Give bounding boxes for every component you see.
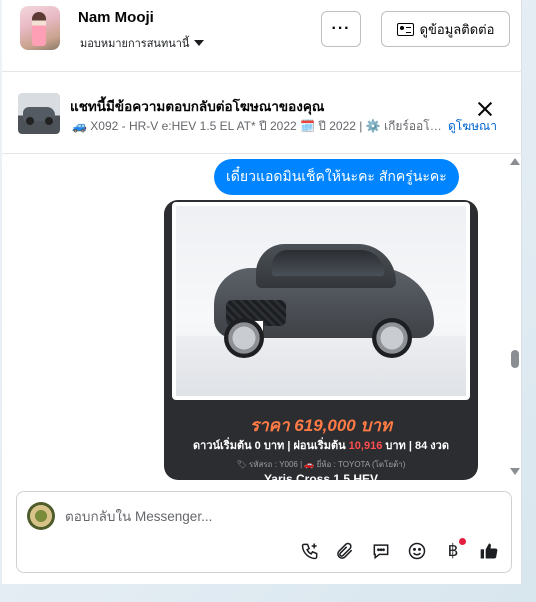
assign-label: มอบหมายการสนทนานี้ bbox=[80, 38, 190, 50]
caret-down-icon bbox=[194, 40, 205, 46]
baht-icon[interactable]: ฿ bbox=[442, 538, 466, 562]
scrollbar-thumb[interactable] bbox=[511, 350, 519, 368]
view-contact-info-button[interactable]: ดูข้อมูลติดต่อ bbox=[381, 11, 510, 47]
outgoing-message[interactable]: เดี๋ยวแอดมินเช็คให้นะคะ สักครู่นะคะ bbox=[214, 159, 459, 195]
more-options-button[interactable]: ··· bbox=[321, 11, 361, 47]
close-icon[interactable] bbox=[476, 100, 494, 118]
messenger-panel: Nam Mooji มอบหมายการสนทนานี้ ··· ดูข้อมู… bbox=[2, 0, 522, 584]
chat-bubble-icon[interactable] bbox=[370, 540, 392, 562]
thumbnail-wheel bbox=[45, 117, 53, 125]
ad-image-message[interactable]: 9ขห 337 ราคา 619,000 บาท ดาวน์เริ่มต้น 0… bbox=[164, 200, 478, 480]
thumbnail-wheel bbox=[26, 117, 34, 125]
down-prefix: ดาวน์เริ่มต้น 0 บาท | ผ่อนเริ่มต้น bbox=[193, 440, 349, 452]
car-window bbox=[272, 250, 384, 276]
ad-reply-subtitle: 🚙 X092 - HR-V e:HEV 1.5 EL AT* ปี 2022 🗓… bbox=[72, 119, 444, 133]
contact-avatar[interactable] bbox=[20, 6, 60, 50]
reply-input[interactable] bbox=[65, 506, 465, 526]
contact-info-label: ดูข้อมูลติดต่อ bbox=[419, 21, 495, 37]
scroll-up-arrow-icon[interactable] bbox=[510, 158, 520, 165]
contact-card-icon bbox=[396, 22, 414, 36]
paperclip-icon[interactable] bbox=[334, 540, 356, 562]
car-meta-line: 🏷 รหัสรถ : Y006 | 🚗 ยี่ห้อ : TOYOTA (โตโ… bbox=[236, 460, 406, 469]
car-model-line: Yaris Cross 1.5 HEV bbox=[263, 472, 379, 480]
conversation-header: Nam Mooji มอบหมายการสนทนานี้ ··· ดูข้อมู… bbox=[2, 0, 522, 72]
price-line: ราคา 619,000 บาท bbox=[249, 416, 393, 435]
contact-name[interactable]: Nam Mooji bbox=[78, 9, 154, 26]
phone-add-icon[interactable] bbox=[299, 540, 321, 562]
reply-composer: ฿ bbox=[16, 491, 512, 573]
scroll-down-arrow-icon[interactable] bbox=[510, 468, 520, 475]
ad-thumbnail[interactable] bbox=[18, 93, 60, 134]
emoji-icon[interactable] bbox=[406, 540, 428, 562]
notification-dot bbox=[459, 538, 466, 545]
car-wheel-rear bbox=[372, 318, 412, 358]
assign-conversation-dropdown[interactable]: มอบหมายการสนทนานี้ bbox=[80, 34, 205, 52]
view-ad-link[interactable]: ดูโฆษณา bbox=[448, 117, 497, 136]
thumbs-up-icon[interactable] bbox=[478, 540, 500, 562]
page-avatar bbox=[27, 502, 55, 530]
ad-reply-banner: แชทนี้มีข้อความตอบกลับต่อโฆษณาของคุณ 🚙 X… bbox=[2, 73, 522, 154]
car-photo: 9ขห 337 bbox=[176, 206, 466, 396]
monthly-highlight: 10,916 bbox=[348, 440, 383, 452]
down-suffix: บาท | 84 งวด bbox=[382, 440, 449, 452]
ad-reply-title: แชทนี้มีข้อความตอบกลับต่อโฆษณาของคุณ bbox=[70, 99, 325, 114]
car-photo-frame: 9ขห 337 bbox=[172, 202, 470, 400]
avatar-figure bbox=[32, 12, 46, 46]
down-payment-line: ดาวน์เริ่มต้น 0 บาท | ผ่อนเริ่มต้น 10,91… bbox=[164, 436, 478, 454]
photo-floor bbox=[176, 336, 466, 396]
car-wheel-front bbox=[224, 318, 264, 358]
